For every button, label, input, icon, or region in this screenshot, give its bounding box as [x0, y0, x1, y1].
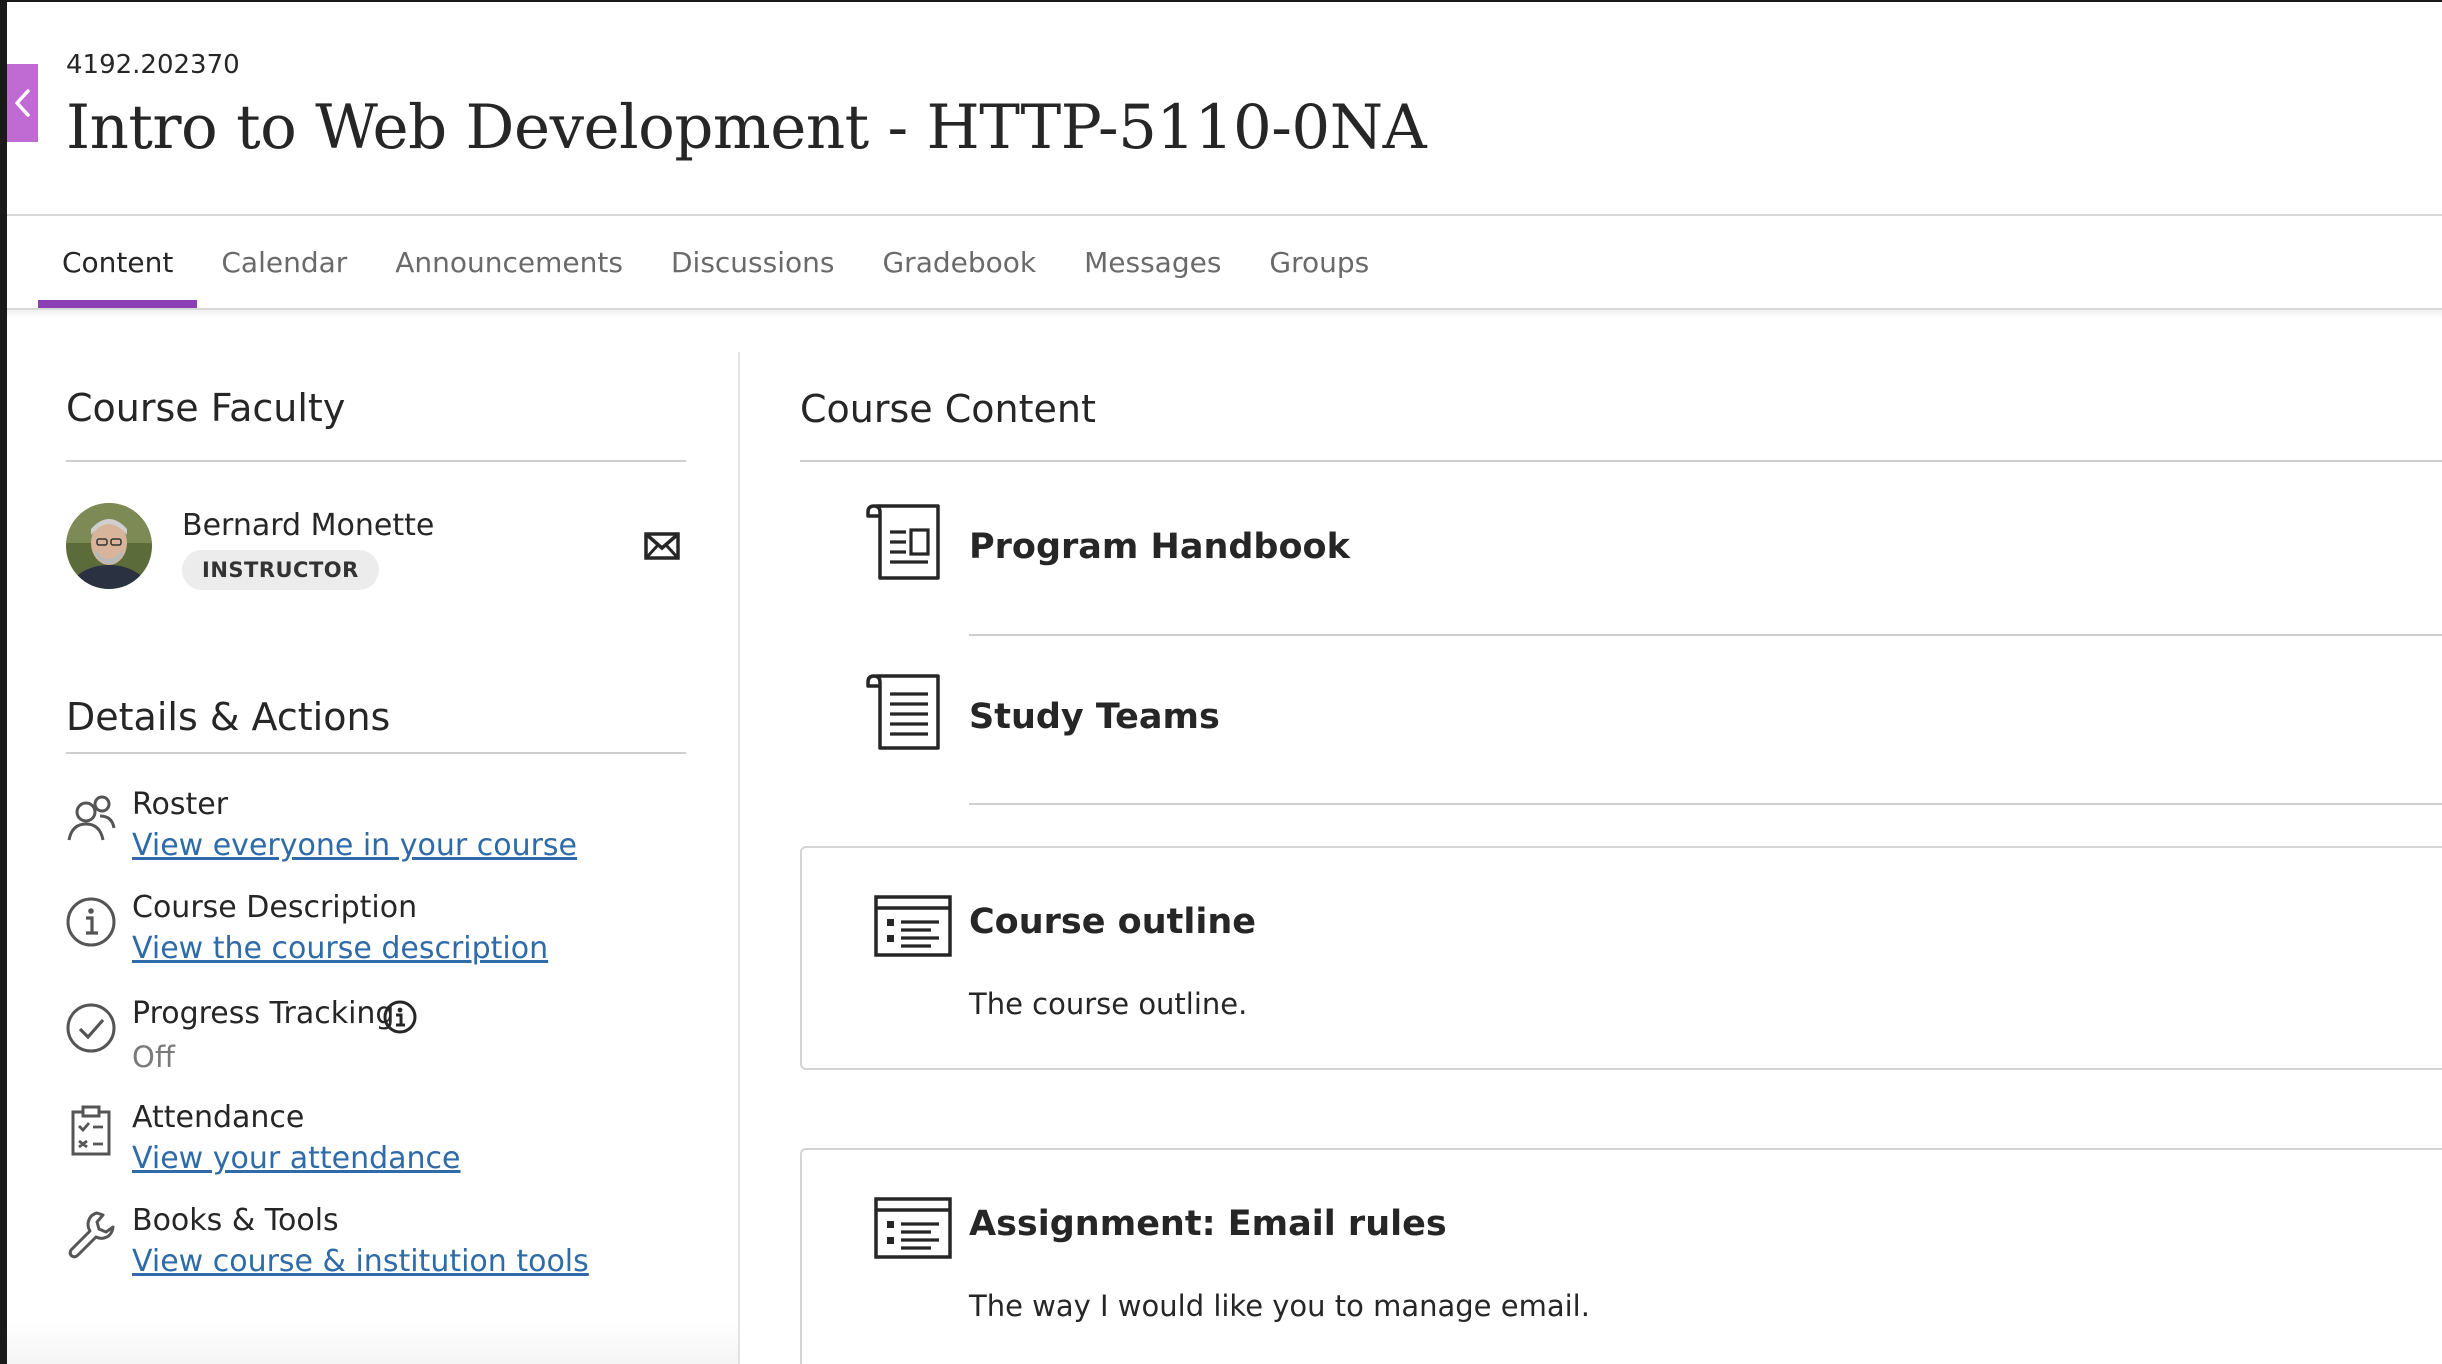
content-divider [800, 460, 2442, 462]
progress-tracking-status: Off [132, 1040, 175, 1074]
list-document-icon [874, 1197, 952, 1259]
course-page: 4192.202370 Intro to Web Development - H… [7, 2, 2442, 1364]
course-outline-card[interactable] [800, 846, 2442, 1070]
attendance-label: Attendance [132, 1100, 305, 1135]
details-divider [66, 752, 686, 754]
window-edge [0, 0, 7, 1364]
people-icon [67, 795, 116, 841]
tab-messages[interactable]: Messages [1060, 216, 1245, 308]
study-teams-link[interactable]: Study Teams [969, 697, 1220, 737]
item-divider [969, 634, 2442, 636]
tab-announcements[interactable]: Announcements [371, 216, 647, 308]
course-description-link[interactable]: View the course description [132, 931, 548, 966]
roster-label: Roster [132, 787, 229, 822]
course-faculty-heading: Course Faculty [66, 386, 346, 430]
course-tabs: Content Calendar Announcements Discussio… [38, 216, 1393, 308]
tabs-shadow [7, 310, 2442, 318]
document-icon [866, 504, 940, 580]
close-panel-button[interactable] [7, 64, 38, 142]
course-title: Intro to Web Development - HTTP-5110-0NA [66, 92, 1427, 163]
clipboard-icon [71, 1105, 111, 1156]
program-handbook-link[interactable]: Program Handbook [969, 527, 1350, 567]
roster-link[interactable]: View everyone in your course [132, 828, 577, 863]
assignment-email-rules-link[interactable]: Assignment: Email rules [969, 1204, 1447, 1244]
chevron-left-icon [14, 89, 30, 117]
wrench-icon [68, 1211, 115, 1259]
column-divider [738, 352, 740, 1364]
assignment-description: The way I would like you to manage email… [969, 1289, 1590, 1323]
tab-discussions[interactable]: Discussions [647, 216, 859, 308]
books-tools-label: Books & Tools [132, 1203, 339, 1238]
mail-icon[interactable] [644, 530, 680, 562]
course-id: 4192.202370 [66, 50, 240, 80]
books-tools-link[interactable]: View course & institution tools [132, 1244, 589, 1279]
course-content-heading: Course Content [800, 387, 1096, 431]
course-outline-description: The course outline. [969, 987, 1248, 1021]
tab-calendar[interactable]: Calendar [197, 216, 371, 308]
tab-groups[interactable]: Groups [1245, 216, 1393, 308]
progress-info-icon[interactable] [382, 999, 418, 1035]
info-icon [66, 897, 116, 947]
item-divider [969, 803, 2442, 805]
course-description-label: Course Description [132, 890, 418, 925]
role-badge: INSTRUCTOR [182, 550, 379, 590]
tab-gradebook[interactable]: Gradebook [858, 216, 1060, 308]
tab-content[interactable]: Content [38, 216, 198, 308]
assignment-card[interactable] [800, 1148, 2442, 1364]
attendance-link[interactable]: View your attendance [132, 1141, 461, 1176]
instructor-name[interactable]: Bernard Monette [182, 508, 434, 543]
check-circle-icon [66, 1003, 116, 1053]
progress-tracking-label: Progress Tracking [132, 996, 395, 1031]
course-outline-link[interactable]: Course outline [969, 902, 1256, 942]
avatar[interactable] [66, 503, 152, 589]
list-document-icon [874, 895, 952, 957]
document-icon [866, 674, 940, 750]
faculty-divider [66, 460, 686, 462]
details-actions-heading: Details & Actions [66, 695, 391, 739]
bottom-fade [7, 1322, 738, 1364]
